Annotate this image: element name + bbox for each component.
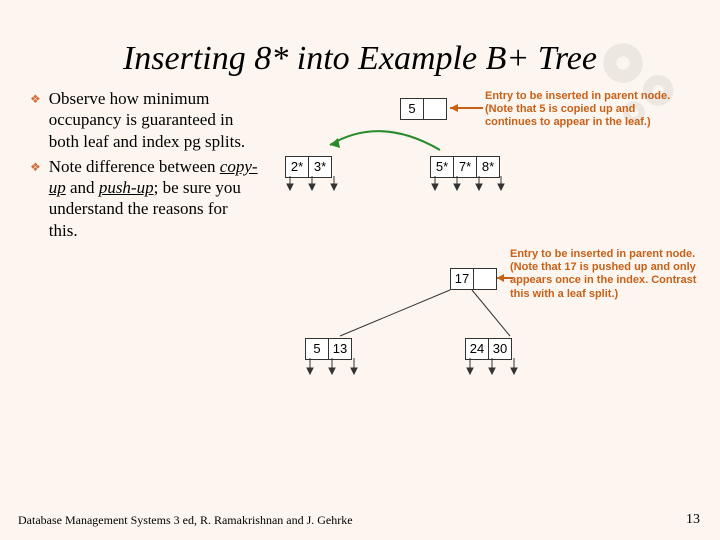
cell: 17 xyxy=(451,269,474,289)
cell: 8* xyxy=(477,157,499,177)
bullet-diamond-icon: ❖ xyxy=(30,160,41,241)
cell-empty xyxy=(424,99,446,119)
cell: 5 xyxy=(401,99,424,119)
arrow-annot-bottom xyxy=(495,270,517,288)
node-bot-parent: 17 xyxy=(450,268,497,290)
cell: 3* xyxy=(309,157,331,177)
arrow-copy-up xyxy=(320,120,450,160)
cell-empty xyxy=(474,269,496,289)
arrow-annot-top xyxy=(448,100,488,120)
cell: 5* xyxy=(431,157,454,177)
cell: 2* xyxy=(286,157,309,177)
node-top-leaf-right: 5* 7* 8* xyxy=(430,156,500,178)
bullet-text: Observe how minimum occupancy is guarant… xyxy=(49,88,260,152)
node-top-parent: 5 xyxy=(400,98,447,120)
bullet-text: Note difference between copy-up and push… xyxy=(49,156,260,241)
node-top-leaf-left: 2* 3* xyxy=(285,156,332,178)
diagram-area: 5 Entry to be inserted in parent node. (… xyxy=(260,88,700,448)
annotation-top: Entry to be inserted in parent node. (No… xyxy=(485,90,685,130)
node-bot-index-left: 5 13 xyxy=(305,338,352,360)
cell: 5 xyxy=(306,339,329,359)
index-pointer-arrows xyxy=(300,358,530,380)
cell: 30 xyxy=(489,339,511,359)
cell: 13 xyxy=(329,339,351,359)
bullet-item: ❖ Observe how minimum occupancy is guara… xyxy=(30,88,260,152)
cell: 7* xyxy=(454,157,477,177)
bullet-item: ❖ Note difference between copy-up and pu… xyxy=(30,156,260,241)
bullet-diamond-icon: ❖ xyxy=(30,92,41,152)
tree-edges-bottom xyxy=(300,288,560,343)
bullet-list: ❖ Observe how minimum occupancy is guara… xyxy=(30,88,260,448)
node-bot-index-right: 24 30 xyxy=(465,338,512,360)
cell: 24 xyxy=(466,339,489,359)
leaf-pointer-arrows-top xyxy=(280,176,530,196)
page-number: 13 xyxy=(686,512,700,528)
footer-text: Database Management Systems 3 ed, R. Ram… xyxy=(18,513,353,528)
